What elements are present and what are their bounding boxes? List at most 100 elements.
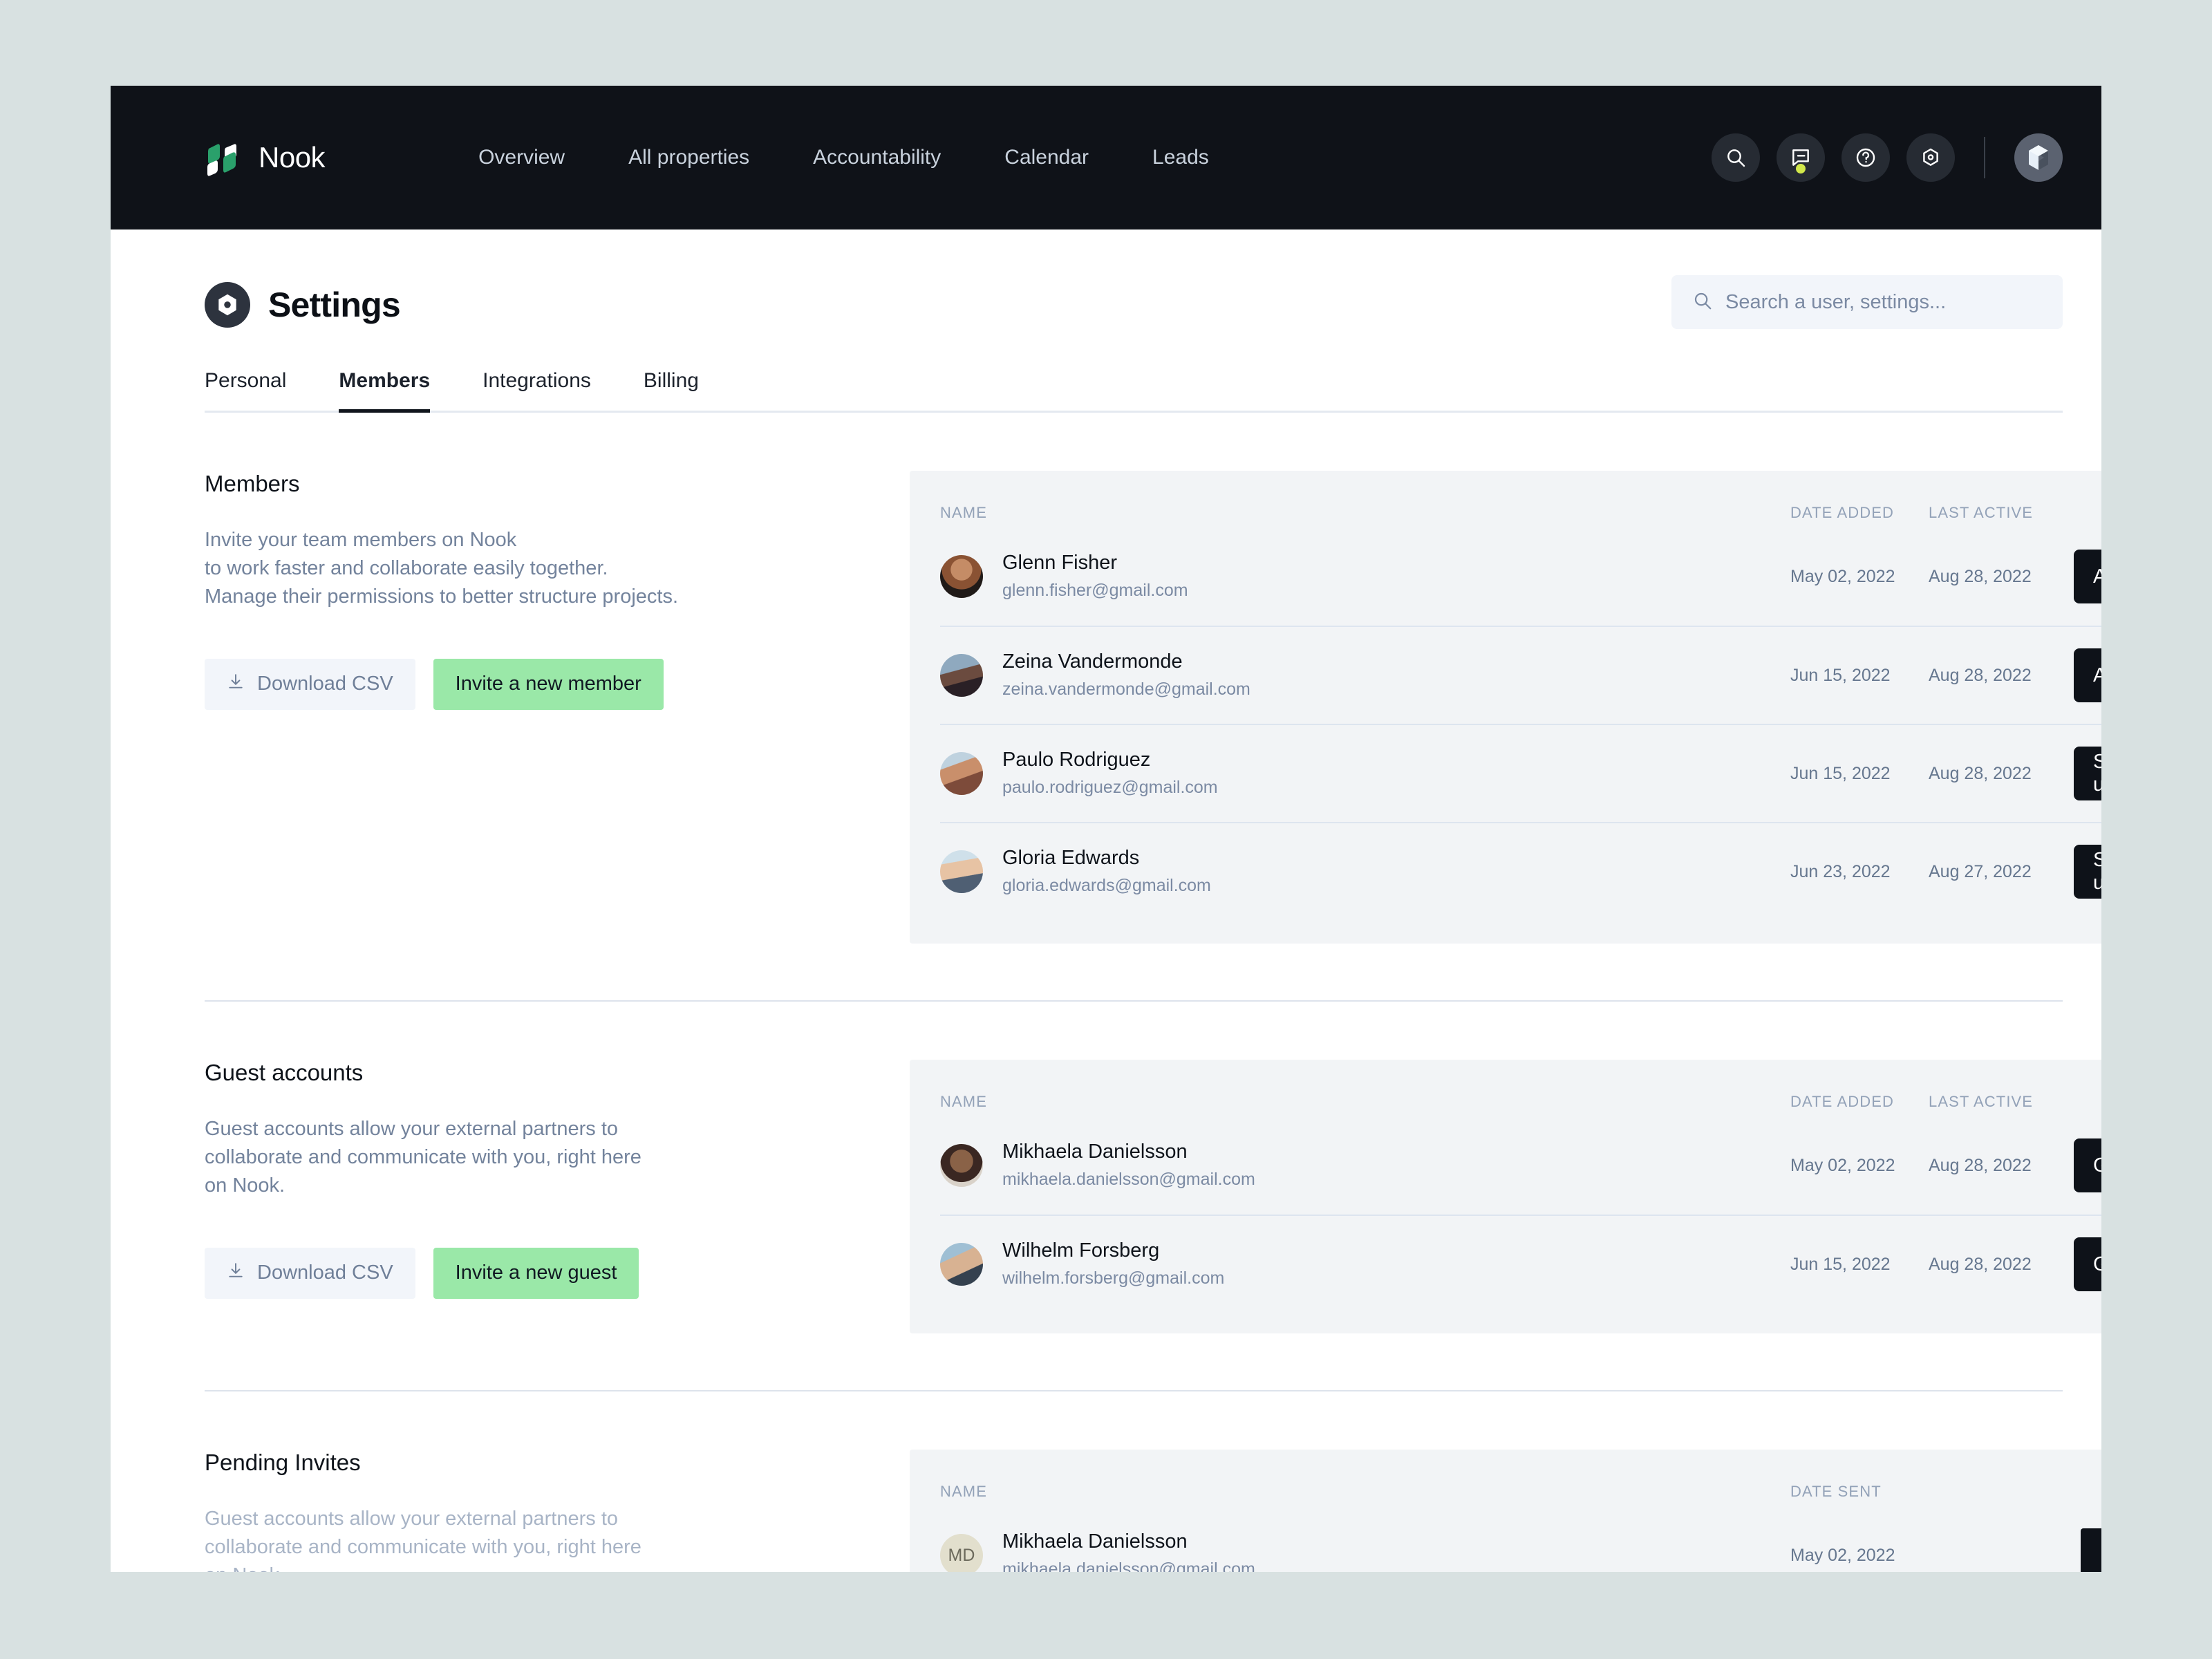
members-section-actions: Download CSV Invite a new member bbox=[205, 658, 868, 710]
pending-invites-section: Pending Invites Guest accounts allow you… bbox=[111, 1450, 2101, 1572]
column-header-last-active: LAST ACTIVE bbox=[1929, 1093, 2034, 1110]
notification-dot bbox=[1796, 164, 1806, 174]
download-csv-members-label: Download CSV bbox=[257, 673, 393, 695]
guest-identity: Wilhelm Forsberg wilhelm.forsberg@gmail.… bbox=[940, 1238, 1790, 1291]
role-select[interactable]: Administrator bbox=[2074, 648, 2101, 702]
role-select[interactable]: Guest user bbox=[2074, 1138, 2101, 1192]
pending-section-description: Guest accounts allow your external partn… bbox=[205, 1508, 641, 1572]
help-icon[interactable] bbox=[1841, 133, 1890, 182]
guest-section-description: Guest accounts allow your external partn… bbox=[205, 1118, 641, 1197]
table-row: Mikhaela Danielsson mikhaela.danielsson@… bbox=[940, 1116, 2101, 1215]
column-header-date-sent: DATE SENT bbox=[1790, 1483, 1882, 1500]
member-email: glenn.fisher@gmail.com bbox=[1002, 581, 1188, 601]
role-select-value: Administrator bbox=[2093, 565, 2101, 588]
table-row: Paulo Rodriguez paulo.rodriguez@gmail.co… bbox=[940, 724, 2101, 822]
guest-email: mikhaela.danielsson@gmail.com bbox=[1002, 1170, 1255, 1190]
tab-integrations[interactable]: Integrations bbox=[482, 369, 591, 411]
member-identity: Glenn Fisher glenn.fisher@gmail.com bbox=[940, 550, 1790, 603]
nav-divider bbox=[1984, 137, 1985, 178]
guest-section-info: Guest accounts Guest accounts allow your… bbox=[205, 1060, 910, 1299]
message-icon[interactable] bbox=[1777, 133, 1825, 182]
table-row: Wilhelm Forsberg wilhelm.forsberg@gmail.… bbox=[940, 1215, 2101, 1313]
settings-badge-icon bbox=[205, 282, 250, 328]
nav-actions bbox=[1712, 133, 2063, 182]
members-section: Members Invite your team members on Nook… bbox=[111, 471, 2101, 944]
avatar bbox=[940, 1243, 983, 1286]
guest-name: Mikhaela Danielsson bbox=[1002, 1141, 1188, 1163]
settings-page: Settings Search a user, settings... Pers… bbox=[111, 229, 2101, 1572]
column-header-name: NAME bbox=[940, 1093, 987, 1110]
table-row: Zeina Vandermonde zeina.vandermonde@gmai… bbox=[940, 626, 2101, 724]
member-name: Glenn Fisher bbox=[1002, 552, 1118, 574]
guest-last-active: Aug 28, 2022 bbox=[1929, 1254, 2032, 1274]
guest-date-added: May 02, 2022 bbox=[1790, 1155, 1895, 1175]
column-header-name: NAME bbox=[940, 1483, 987, 1500]
avatar bbox=[940, 752, 983, 795]
pending-invites-table: NAME DATE SENT MD Mikhaela Danielsson mi… bbox=[910, 1450, 2101, 1572]
nav-link-all-properties[interactable]: All properties bbox=[597, 146, 781, 169]
column-header-name: NAME bbox=[940, 504, 987, 521]
member-email: gloria.edwards@gmail.com bbox=[1002, 876, 1211, 896]
avatar bbox=[940, 850, 983, 893]
invitee-name: Mikhaela Danielsson bbox=[1002, 1530, 1188, 1553]
avatar bbox=[940, 654, 983, 697]
app-window: Nook Overview All properties Accountabil… bbox=[111, 86, 2101, 1572]
member-identity: Zeina Vandermonde zeina.vandermonde@gmai… bbox=[940, 649, 1790, 702]
role-select[interactable]: Standard user bbox=[2074, 747, 2101, 800]
brand-name: Nook bbox=[259, 141, 326, 174]
brand[interactable]: Nook bbox=[205, 139, 326, 176]
members-section-description: Invite your team members on Nook to work… bbox=[205, 529, 679, 608]
guest-date-added: Jun 15, 2022 bbox=[1790, 1254, 1891, 1274]
download-csv-members-button[interactable]: Download CSV bbox=[205, 658, 415, 710]
role-select-value: Standard user bbox=[2093, 751, 2101, 796]
settings-tabs: Personal Members Integrations Billing bbox=[205, 369, 2063, 413]
role-select[interactable]: Guest user bbox=[2074, 1237, 2101, 1291]
resend-invite-button[interactable]: Resend invite bbox=[2081, 1528, 2101, 1572]
pending-table-header: NAME DATE SENT bbox=[940, 1450, 2101, 1506]
tab-personal[interactable]: Personal bbox=[205, 369, 286, 411]
avatar[interactable] bbox=[2014, 133, 2063, 182]
guest-name: Wilhelm Forsberg bbox=[1002, 1239, 1160, 1262]
member-date-added: Jun 23, 2022 bbox=[1790, 861, 1891, 881]
search-icon bbox=[1692, 290, 1713, 315]
invite-new-guest-button[interactable]: Invite a new guest bbox=[433, 1247, 639, 1299]
guests-table: NAME DATE ADDED LAST ACTIVE Mikhaela Dan… bbox=[910, 1060, 2101, 1333]
page-title: Settings bbox=[268, 285, 401, 324]
nav-link-calendar[interactable]: Calendar bbox=[973, 146, 1121, 169]
guest-email: wilhelm.forsberg@gmail.com bbox=[1002, 1268, 1225, 1288]
member-name: Zeina Vandermonde bbox=[1002, 650, 1183, 673]
tab-members[interactable]: Members bbox=[339, 369, 430, 413]
search-icon[interactable] bbox=[1712, 133, 1760, 182]
role-select-value: Guest user bbox=[2093, 1253, 2101, 1275]
invitee-identity: MD Mikhaela Danielsson mikhaela.danielss… bbox=[940, 1529, 1790, 1572]
role-select[interactable]: Standard user bbox=[2074, 845, 2101, 899]
nav-link-leads[interactable]: Leads bbox=[1121, 146, 1241, 169]
member-name: Paulo Rodriguez bbox=[1002, 749, 1151, 771]
search-input[interactable]: Search a user, settings... bbox=[1671, 275, 2063, 329]
column-header-last-active: LAST ACTIVE bbox=[1929, 504, 2034, 521]
role-select[interactable]: Administrator bbox=[2074, 550, 2101, 603]
settings-icon[interactable] bbox=[1906, 133, 1955, 182]
invite-new-member-button[interactable]: Invite a new member bbox=[433, 658, 664, 710]
pending-section-title: Pending Invites bbox=[205, 1450, 361, 1475]
column-header-date-added: DATE ADDED bbox=[1790, 504, 1894, 521]
avatar bbox=[940, 1144, 983, 1187]
page-header: Settings Search a user, settings... bbox=[111, 229, 2101, 329]
invite-date-sent: May 02, 2022 bbox=[1790, 1545, 1895, 1565]
member-date-added: May 02, 2022 bbox=[1790, 566, 1895, 586]
member-last-active: Aug 28, 2022 bbox=[1929, 665, 2032, 685]
invitee-email: mikhaela.danielsson@gmail.com bbox=[1002, 1559, 1255, 1572]
nav-link-accountability[interactable]: Accountability bbox=[781, 146, 973, 169]
role-select-value: Administrator bbox=[2093, 664, 2101, 686]
tab-billing[interactable]: Billing bbox=[644, 369, 699, 411]
main-nav-links: Overview All properties Accountability C… bbox=[447, 146, 1241, 169]
table-row: Glenn Fisher glenn.fisher@gmail.com May … bbox=[940, 527, 2101, 626]
member-date-added: Jun 15, 2022 bbox=[1790, 763, 1891, 783]
members-table-header: NAME DATE ADDED LAST ACTIVE bbox=[940, 471, 2101, 527]
table-row: MD Mikhaela Danielsson mikhaela.danielss… bbox=[940, 1506, 2101, 1572]
section-divider bbox=[205, 1000, 2063, 1002]
nav-link-overview[interactable]: Overview bbox=[447, 146, 597, 169]
download-csv-guests-button[interactable]: Download CSV bbox=[205, 1247, 415, 1299]
guest-identity: Mikhaela Danielsson mikhaela.danielsson@… bbox=[940, 1139, 1790, 1192]
role-select-value: Standard user bbox=[2093, 849, 2101, 894]
